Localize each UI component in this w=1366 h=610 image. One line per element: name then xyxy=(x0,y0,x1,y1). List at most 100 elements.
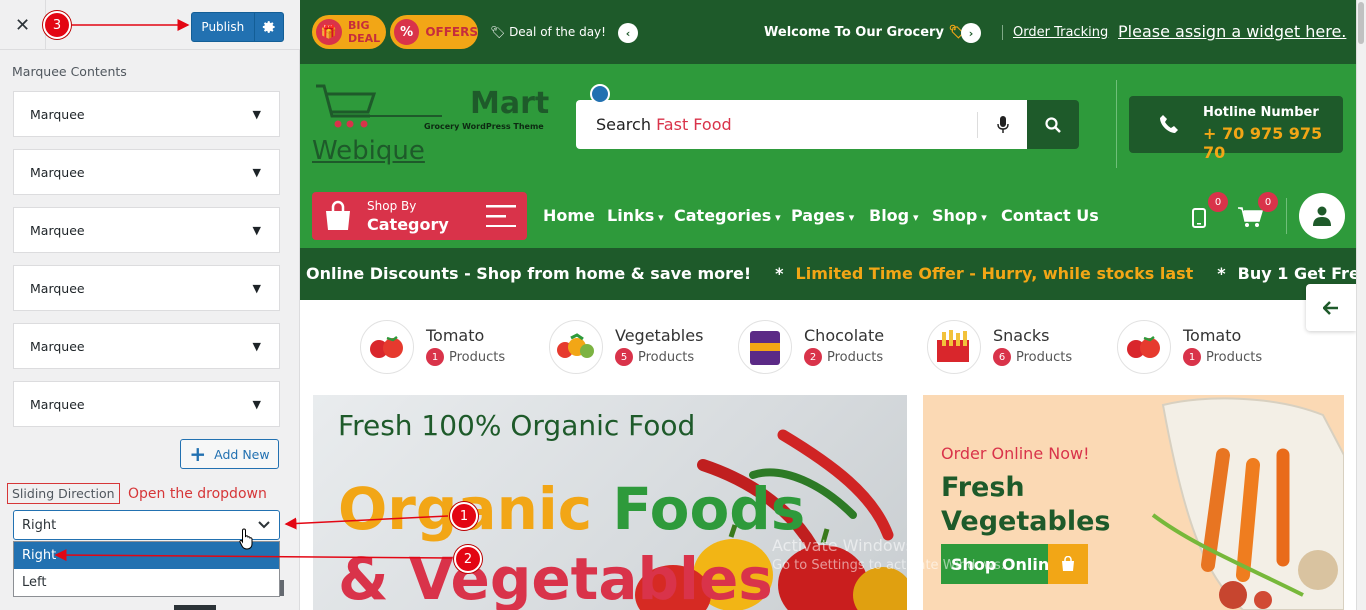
category-card[interactable]: Tomato 1 Products xyxy=(360,320,540,376)
gear-icon[interactable] xyxy=(253,13,283,41)
banner-headline: Fresh 100% Organic Food xyxy=(338,409,696,442)
logo-site-name[interactable]: Webique xyxy=(312,136,425,166)
logo-mart: Mart xyxy=(470,86,550,121)
mobile-icon[interactable] xyxy=(1192,208,1206,228)
arrow-left-icon xyxy=(1323,300,1338,315)
nav-blog-label: Blog xyxy=(869,206,910,225)
search-input[interactable]: Search Fast Food xyxy=(576,100,1027,149)
publish-button[interactable]: Publish xyxy=(191,12,284,42)
marquee-item[interactable]: Marquee ▼ xyxy=(13,91,280,137)
category-card[interactable]: Chocolate 2 Products xyxy=(738,320,918,376)
hotline-box[interactable]: Hotline Number + 70 975 975 70 xyxy=(1129,96,1343,162)
customizer-sidebar: ✕ Publish Marquee Contents Marquee ▼ Marq… xyxy=(0,0,300,610)
banner-title-fresh: Fresh xyxy=(941,472,1025,503)
microphone-icon[interactable] xyxy=(977,112,1027,138)
cart-icon[interactable] xyxy=(1237,206,1263,228)
category-card[interactable]: Vegetables 5 Products xyxy=(549,320,729,376)
category-card[interactable]: Tomato 1 Products xyxy=(1117,320,1297,376)
category-name: Snacks xyxy=(993,326,1050,345)
add-new-button[interactable]: + Add New xyxy=(180,439,279,469)
marquee-item[interactable]: Marquee ▼ xyxy=(13,381,280,427)
marquee-msg-2: Limited Time Offer - Hurry, while stocks… xyxy=(795,264,1194,283)
marquee-item[interactable]: Marquee ▼ xyxy=(13,265,280,311)
banner-word-foods: Foods xyxy=(612,475,806,543)
big-deal-badge[interactable]: 🎁 BIG DEAL xyxy=(312,15,386,49)
shopping-bag-icon xyxy=(1048,544,1088,584)
close-customizer-button[interactable]: ✕ xyxy=(0,0,46,50)
collapse-toggle[interactable] xyxy=(590,84,610,104)
caret-down-icon: ▼ xyxy=(252,339,261,353)
phone-icon xyxy=(1160,115,1178,133)
tomato-thumbnail xyxy=(360,320,414,374)
nav-pages-label: Pages xyxy=(791,206,845,225)
nav-links[interactable]: Links ▾ xyxy=(607,206,664,225)
scrollbar-thumb[interactable] xyxy=(1358,2,1364,44)
chevron-right-icon[interactable]: › xyxy=(961,23,981,43)
widget-placeholder-link[interactable]: Please assign a widget here. xyxy=(1118,22,1346,41)
chevron-down-icon xyxy=(258,521,270,529)
marquee-item[interactable]: Marquee ▼ xyxy=(13,323,280,369)
marquee-msg-1: Online Discounts - Shop from home & save… xyxy=(306,264,752,283)
nav-shop[interactable]: Shop ▾ xyxy=(932,206,987,225)
percent-icon: % xyxy=(394,19,420,45)
option-left[interactable]: Left xyxy=(14,569,279,596)
footer-bar xyxy=(174,605,216,610)
hero-banner-organic[interactable]: Fresh 100% Organic Food Organic Foods & … xyxy=(313,395,907,610)
product-unit: Products xyxy=(1016,349,1073,365)
snacks-thumbnail xyxy=(927,320,981,374)
wishlist-count-badge: 0 xyxy=(1208,192,1228,212)
chevron-down-icon: ▾ xyxy=(977,211,987,224)
site-header: Mart Grocery WordPress Theme Webique Sea… xyxy=(300,64,1356,184)
marquee-item-label: Marquee xyxy=(30,280,85,296)
back-arrow-button[interactable] xyxy=(1306,284,1356,331)
annotation-hint: Open the dropdown xyxy=(128,486,267,502)
product-unit: Products xyxy=(638,349,695,365)
logo-tagline: Grocery WordPress Theme xyxy=(424,122,544,131)
deal-of-day-label: Deal of the day! xyxy=(509,25,606,39)
nav-contact[interactable]: Contact Us xyxy=(1001,206,1099,225)
nav-home[interactable]: Home xyxy=(543,206,595,225)
offers-badge[interactable]: % OFFERS xyxy=(390,15,478,49)
section-title: Marquee Contents xyxy=(12,64,127,79)
nav-blog[interactable]: Blog ▾ xyxy=(869,206,918,225)
step-badge: 2 xyxy=(454,545,482,573)
shop-by-category-button[interactable]: Shop By Category xyxy=(312,192,527,240)
marquee-separator: * xyxy=(775,264,784,283)
marquee-item[interactable]: Marquee ▼ xyxy=(13,149,280,195)
product-count: 1 xyxy=(426,348,444,366)
search-placeholder-a: Search xyxy=(596,115,651,134)
caret-down-icon: ▼ xyxy=(252,223,261,237)
scrollbar-track[interactable] xyxy=(1356,0,1366,610)
chevron-left-icon[interactable]: ‹ xyxy=(618,23,638,43)
hotline-label: Hotline Number xyxy=(1203,105,1319,120)
plus-icon: + xyxy=(189,442,207,466)
user-icon xyxy=(1313,206,1331,226)
chevron-down-icon: ▾ xyxy=(654,211,664,224)
marquee-item[interactable]: Marquee ▼ xyxy=(13,207,280,253)
marquee-separator: * xyxy=(1217,264,1226,283)
product-count: 2 xyxy=(804,348,822,366)
category-name: Tomato xyxy=(426,326,485,345)
order-tracking-link[interactable]: Order Tracking xyxy=(1002,25,1108,40)
vegetable-bag-image xyxy=(1151,397,1344,610)
caret-down-icon: ▼ xyxy=(252,281,261,295)
top-bar: 🎁 BIG DEAL % OFFERS 🏷 Deal of the day! ‹ … xyxy=(300,0,1356,64)
category-name: Chocolate xyxy=(804,326,885,345)
search-icon xyxy=(1045,116,1061,133)
header-divider xyxy=(1116,80,1117,168)
hero-banner-vegetables[interactable]: Order Online Now! Fresh Vegetables Shop O… xyxy=(923,395,1344,610)
user-account-button[interactable] xyxy=(1299,193,1345,239)
category-name: Vegetables xyxy=(615,326,704,345)
banner-title-vegetables: Vegetables xyxy=(941,506,1111,537)
search-button[interactable] xyxy=(1027,100,1079,149)
caret-down-icon: ▼ xyxy=(252,165,261,179)
nav-categories[interactable]: Categories ▾ xyxy=(674,206,781,225)
caret-down-icon: ▼ xyxy=(252,397,261,411)
nav-pages[interactable]: Pages ▾ xyxy=(791,206,854,225)
nav-shop-label: Shop xyxy=(932,206,978,225)
main-nav: Shop By Category Home Links ▾ Categories… xyxy=(300,184,1356,248)
offers-label: OFFERS xyxy=(425,25,478,39)
tag-icon: 🏷 xyxy=(490,25,506,39)
category-card[interactable]: Snacks 6 Products xyxy=(927,320,1107,376)
hotline-number: + 70 975 975 70 xyxy=(1203,124,1323,162)
